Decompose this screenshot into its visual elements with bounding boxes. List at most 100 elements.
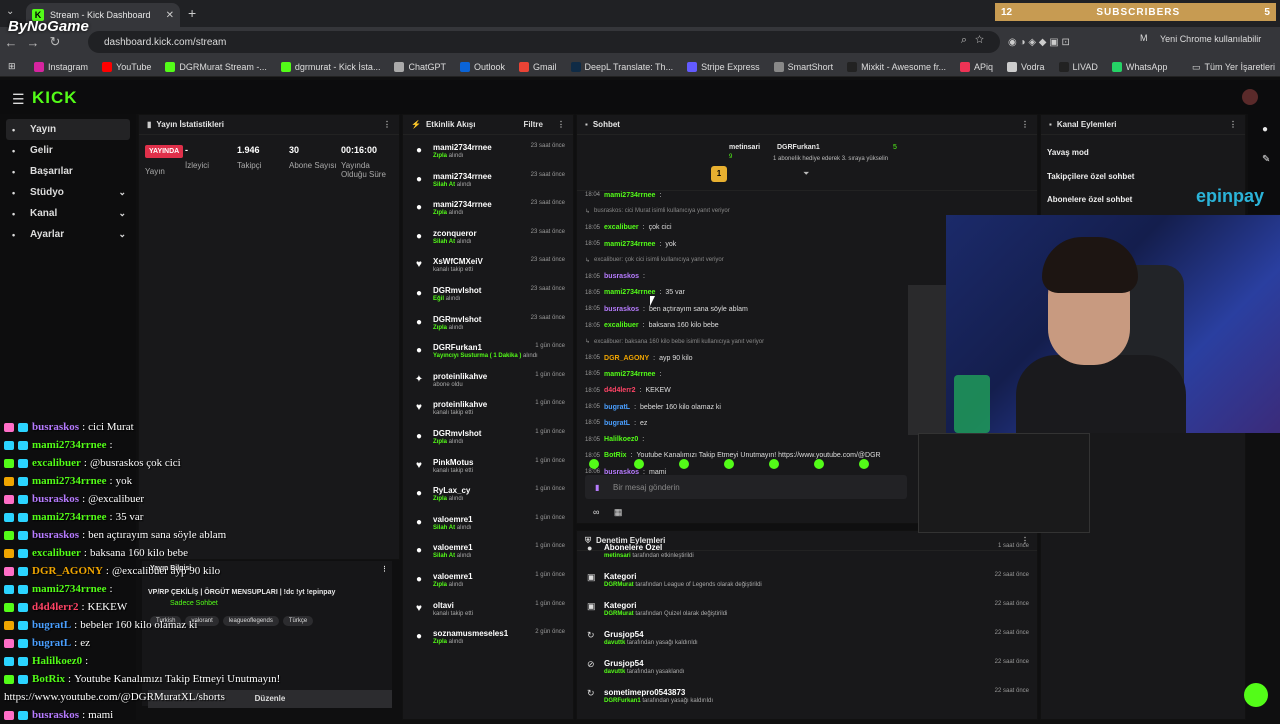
chat-mode-icon[interactable]: ▮ bbox=[595, 483, 599, 492]
channel-action-1[interactable]: Takipçilere özel sohbet bbox=[1041, 165, 1245, 189]
bookmark-0[interactable]: Instagram bbox=[34, 61, 88, 72]
reload-icon[interactable]: ↻ bbox=[44, 34, 66, 50]
activity-user[interactable]: mami2734rrnee bbox=[433, 172, 492, 181]
tab-search-icon[interactable]: ⌄ bbox=[6, 6, 14, 17]
chat-username[interactable]: excalibuer bbox=[604, 224, 639, 231]
bookmark-13[interactable]: LIVAD bbox=[1058, 61, 1098, 72]
chevron-down-icon[interactable]: ⌄ bbox=[118, 187, 126, 198]
chat-username[interactable]: DGR_AGONY bbox=[604, 355, 649, 362]
sidebar-item-0[interactable]: • Yayın bbox=[6, 119, 130, 140]
activity-user[interactable]: proteinlikahve bbox=[433, 372, 487, 381]
bookmark-14[interactable]: WhatsApp bbox=[1111, 61, 1167, 72]
emote-icon[interactable] bbox=[859, 459, 869, 469]
more-icon[interactable]: ⋮ bbox=[1021, 120, 1029, 129]
moderation-by[interactable]: DGRMurat bbox=[604, 582, 634, 588]
bookmark-12[interactable]: Vodra bbox=[1007, 61, 1045, 72]
close-tab-icon[interactable]: ✕ bbox=[166, 10, 174, 21]
moderation-by[interactable]: davuttk bbox=[604, 640, 625, 646]
activity-user[interactable]: soznamusmeseles1 bbox=[433, 629, 508, 638]
sidebar-item-4[interactable]: • Kanal ⌄ bbox=[0, 203, 136, 224]
emote-icon[interactable] bbox=[769, 459, 779, 469]
expand-icon[interactable]: ⏷ bbox=[803, 169, 809, 179]
more-icon[interactable]: ⋮ bbox=[557, 120, 565, 129]
all-bookmarks[interactable]: ▭ Tüm Yer İşaretleri bbox=[1192, 57, 1275, 77]
activity-user[interactable]: DGRmvlshot bbox=[433, 315, 481, 324]
chevron-down-icon[interactable]: ⌄ bbox=[118, 208, 126, 219]
activity-user[interactable]: mami2734rrnee bbox=[433, 200, 492, 209]
bookmark-5[interactable]: Outlook bbox=[459, 61, 505, 72]
info-icon[interactable]: ● bbox=[1262, 124, 1268, 135]
sidebar-item-5[interactable]: • Ayarlar ⌄ bbox=[0, 224, 136, 245]
emote-icon[interactable] bbox=[634, 459, 644, 469]
forward-icon[interactable]: → bbox=[22, 35, 44, 50]
chevron-down-icon[interactable]: ⌄ bbox=[118, 229, 126, 240]
emote-icon[interactable] bbox=[679, 459, 689, 469]
bookmark-6[interactable]: Gmail bbox=[519, 61, 557, 72]
chat-tools-icon[interactable]: ∞ ▦ bbox=[593, 507, 628, 518]
filter-button[interactable]: Filtre bbox=[523, 120, 543, 129]
chat-username[interactable]: mami2734rrnee bbox=[604, 192, 655, 199]
moderation-by[interactable]: DGRFurkan1 bbox=[604, 698, 641, 704]
help-button[interactable] bbox=[1244, 683, 1268, 707]
bookmark-7[interactable]: DeepL Translate: Th... bbox=[570, 61, 673, 72]
profile-update-text[interactable]: Yeni Chrome kullanılabilir bbox=[1160, 34, 1261, 44]
url-field[interactable]: dashboard.kick.com/stream ⌕☆ bbox=[88, 31, 1000, 53]
sidebar-item-2[interactable]: • Başarılar bbox=[0, 161, 136, 182]
chat-username[interactable]: mami2734rrnee bbox=[604, 241, 655, 248]
chat-username[interactable]: Halilkoez0 bbox=[604, 436, 638, 443]
activity-user[interactable]: XsWfCMXeiV bbox=[433, 257, 483, 266]
activity-user[interactable]: RyLax_cy bbox=[433, 486, 470, 495]
activity-user[interactable]: valoemre1 bbox=[433, 543, 473, 552]
bookmark-4[interactable]: ChatGPT bbox=[394, 61, 446, 72]
apps-icon[interactable]: ⊞ bbox=[8, 61, 20, 72]
chat-username[interactable]: excalibuer bbox=[604, 322, 639, 329]
activity-user[interactable]: PinkMotus bbox=[433, 458, 473, 467]
extensions-icons[interactable]: ◉ ◑ ◈ ◆ ▣ ⊡ bbox=[1008, 33, 1070, 51]
user-avatar[interactable] bbox=[1242, 89, 1258, 105]
profile-initial[interactable]: M bbox=[1140, 33, 1148, 43]
more-icon[interactable]: ⋮ bbox=[383, 120, 391, 129]
chat-username[interactable]: bugratL bbox=[604, 420, 630, 427]
activity-user[interactable]: DGRmvlshot bbox=[433, 286, 481, 295]
emote-icon[interactable] bbox=[724, 459, 734, 469]
bookmark-2[interactable]: DGRMurat Stream -... bbox=[165, 61, 267, 72]
chat-username[interactable]: mami2734rrnee bbox=[604, 371, 655, 378]
kick-logo[interactable]: KICK bbox=[32, 88, 78, 108]
back-icon[interactable]: ← bbox=[0, 35, 22, 50]
chat-username[interactable]: d4d4lerr2 bbox=[604, 387, 636, 394]
bookmark-1[interactable]: YouTube bbox=[102, 61, 151, 72]
moderation-by[interactable]: DGRMurat bbox=[604, 611, 634, 617]
bookmark-9[interactable]: SmartShort bbox=[773, 61, 833, 72]
chat-username[interactable]: busraskos bbox=[604, 306, 639, 313]
activity-user[interactable]: mami2734rrnee bbox=[433, 143, 492, 152]
more-icon[interactable]: ⋮ bbox=[1229, 120, 1237, 129]
activity-user[interactable]: DGRFurkan1 bbox=[433, 343, 538, 352]
chat-username[interactable]: mami2734rrnee bbox=[604, 289, 655, 296]
epinpay-logo: epinpay bbox=[1196, 186, 1265, 206]
emote-icon[interactable] bbox=[589, 459, 599, 469]
activity-user[interactable]: valoemre1 bbox=[433, 515, 473, 524]
chat-username[interactable]: busraskos bbox=[604, 273, 639, 280]
activity-user[interactable]: DGRmvlshot bbox=[433, 429, 481, 438]
moderation-by[interactable]: metinsari bbox=[604, 553, 631, 559]
chat-username[interactable]: bugratL bbox=[604, 404, 630, 411]
menu-icon[interactable]: ☰ bbox=[12, 91, 25, 108]
chat-input[interactable]: ▮ Bir mesaj gönderin bbox=[585, 475, 907, 499]
channel-action-0[interactable]: Yavaş mod bbox=[1041, 141, 1245, 165]
activity-user[interactable]: proteinlikahve bbox=[433, 400, 487, 409]
bookmark-10[interactable]: Mixkit - Awesome fr... bbox=[847, 61, 946, 72]
sidebar-item-3[interactable]: • Stüdyo ⌄ bbox=[0, 182, 136, 203]
sidebar-item-1[interactable]: • Gelir bbox=[0, 140, 136, 161]
url-actions-icon[interactable]: ⌕☆ bbox=[961, 34, 992, 47]
bookmark-3[interactable]: dgrmurat - Kick İsta... bbox=[280, 61, 380, 72]
emote-icon[interactable] bbox=[814, 459, 824, 469]
edit-icon[interactable]: ✎ bbox=[1262, 154, 1270, 165]
new-tab-icon[interactable]: + bbox=[188, 5, 196, 21]
moderation-by[interactable]: davuttk bbox=[604, 669, 625, 675]
studio-icon: • bbox=[12, 187, 16, 198]
activity-user[interactable]: zconqueror bbox=[433, 229, 477, 238]
bookmark-11[interactable]: APiq bbox=[959, 61, 993, 72]
bookmark-8[interactable]: Stripe Express bbox=[687, 61, 760, 72]
activity-user[interactable]: valoemre1 bbox=[433, 572, 473, 581]
activity-user[interactable]: oltavi bbox=[433, 601, 473, 610]
